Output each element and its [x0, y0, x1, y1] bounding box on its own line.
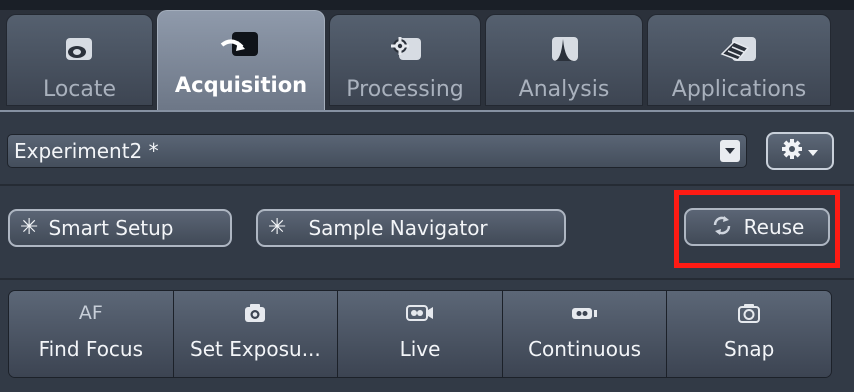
tab-locate[interactable]: Locate: [6, 14, 153, 106]
window-top-strip: [0, 0, 854, 10]
divider: [0, 278, 854, 280]
analysis-peak-icon: [544, 33, 584, 67]
acquisition-actions: AF Find Focus Set Exposu... Live Continu…: [8, 290, 832, 378]
tab-analysis[interactable]: Analysis: [485, 14, 643, 106]
continuous-video-icon: [570, 293, 600, 333]
tab-label: Analysis: [518, 77, 610, 102]
locate-icon: [60, 33, 100, 67]
sample-navigator-label: Sample Navigator: [308, 216, 488, 240]
sparkle-icon: ✳: [268, 215, 287, 240]
experiment-options-button[interactable]: [766, 132, 834, 170]
af-icon: AF: [78, 302, 103, 324]
acquisition-panel: Experiment2 * ✳ Smart Setup ✳ Sample Nav…: [0, 110, 854, 392]
snap-camera-icon: [736, 293, 762, 333]
processing-gear-icon: [385, 33, 425, 67]
experiment-select-value: Experiment2 *: [14, 139, 159, 163]
continuous-button[interactable]: Continuous: [502, 291, 668, 377]
smart-setup-button[interactable]: ✳ Smart Setup: [8, 209, 232, 247]
tab-label: Acquisition: [174, 73, 308, 97]
action-label: Set Exposu...: [190, 337, 321, 361]
smart-setup-label: Smart Setup: [48, 216, 174, 240]
experiment-select[interactable]: Experiment2 *: [7, 134, 747, 168]
tab-applications[interactable]: Applications: [647, 14, 831, 106]
sparkle-icon: ✳: [20, 215, 39, 240]
action-label: Continuous: [528, 337, 642, 361]
gear-icon: [781, 138, 803, 164]
sample-navigator-button[interactable]: ✳ Sample Navigator: [256, 209, 566, 247]
tab-label: Processing: [346, 77, 464, 102]
chevron-down-icon[interactable]: [720, 140, 740, 162]
tab-label: Applications: [671, 77, 807, 102]
set-exposure-button[interactable]: Set Exposu...: [173, 291, 339, 377]
action-label: Find Focus: [38, 337, 144, 361]
tab-processing[interactable]: Processing: [329, 14, 481, 106]
live-video-icon: [405, 293, 435, 333]
tab-label: Locate: [42, 77, 117, 102]
find-focus-button[interactable]: AF Find Focus: [9, 291, 174, 377]
acquisition-icon: [218, 29, 264, 63]
divider: [0, 184, 854, 186]
tab-acquisition[interactable]: Acquisition: [157, 10, 325, 110]
action-label: Snap: [724, 337, 775, 361]
camera-icon: [242, 293, 268, 333]
live-button[interactable]: Live: [338, 291, 503, 377]
reuse-highlight-annotation: [674, 190, 840, 268]
action-label: Live: [399, 337, 441, 361]
module-tab-bar: Locate Acquisition Processing Analysis A…: [0, 10, 854, 110]
applications-icon: [718, 33, 760, 67]
snap-button[interactable]: Snap: [667, 291, 831, 377]
chevron-down-icon: [807, 142, 819, 161]
